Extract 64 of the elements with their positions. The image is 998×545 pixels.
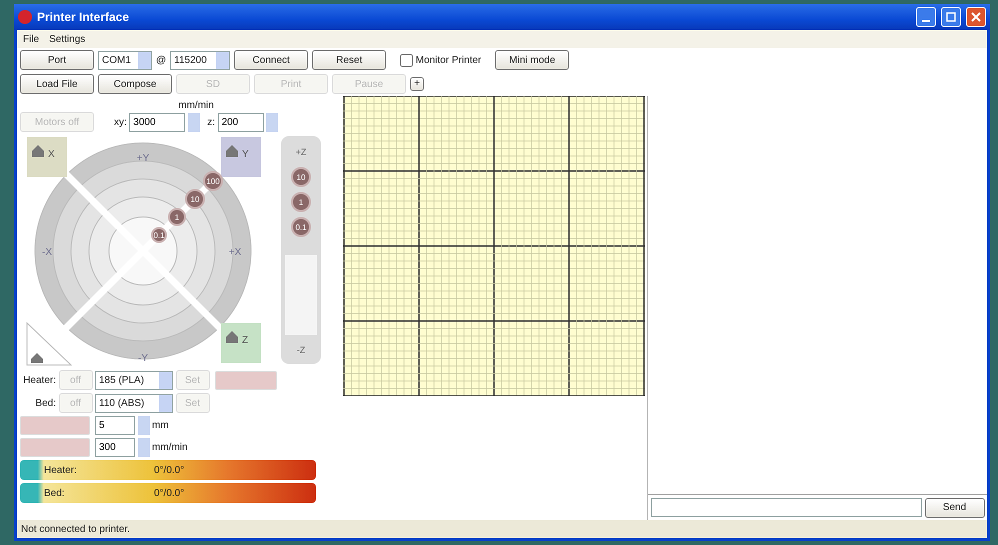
home-icon [31, 353, 43, 363]
feedrate-label: mm/min [178, 99, 214, 113]
app-icon [18, 10, 32, 24]
unit-label: mm [152, 419, 169, 433]
home-button[interactable]: Y [221, 137, 261, 177]
port-button[interactable]: Port [20, 50, 94, 70]
home-icon [226, 331, 238, 343]
close-button[interactable] [966, 7, 986, 27]
minimize-icon [922, 20, 930, 22]
step-button[interactable]: 0.1 [291, 217, 311, 237]
monitor-checkbox[interactable] [400, 54, 414, 66]
reset-button[interactable]: Reset [312, 50, 386, 70]
home-button[interactable] [26, 322, 72, 366]
xy-label: xy: [114, 116, 127, 130]
window-title: Printer Interface [37, 9, 130, 26]
amount-field[interactable]: 5 [95, 416, 135, 435]
gauge-label: Bed: [44, 486, 66, 500]
direction-label: +Z [296, 147, 306, 157]
home-button[interactable]: Z [221, 323, 261, 363]
temperature-dropdown[interactable]: 185 (PLA) [95, 370, 173, 390]
xy-feed-field[interactable]: 3000 [129, 113, 186, 132]
close-icon [971, 12, 981, 22]
connect-button[interactable]: Connect [234, 50, 308, 70]
toolbar-button[interactable]: Load File [20, 74, 94, 94]
z-feed-field[interactable]: 200 [218, 113, 264, 132]
direction-label: -X [42, 247, 52, 258]
maximize-button[interactable] [941, 7, 961, 27]
direction-label: +Y [136, 153, 150, 164]
toolbar-button[interactable]: Compose [98, 74, 172, 94]
temperature-bar [214, 370, 276, 390]
maximize-icon [946, 12, 956, 22]
direction-label: -Z [296, 345, 306, 355]
step-button[interactable]: 0.1 [151, 227, 167, 243]
menu-item[interactable]: File [23, 32, 40, 46]
step-button[interactable]: 100 [203, 171, 223, 191]
direction-label: +X [228, 247, 242, 258]
temp-label: Bed: [34, 396, 56, 410]
home-icon [32, 145, 44, 157]
step-button[interactable]: 10 [291, 167, 311, 187]
minimize-button[interactable] [916, 7, 936, 27]
mini-mode-button[interactable]: Mini mode [495, 50, 570, 70]
step-button[interactable]: 1 [291, 192, 311, 212]
home-button[interactable]: X [27, 137, 67, 177]
add-button[interactable]: + [410, 77, 424, 91]
at-label: @ [156, 54, 166, 68]
menu-item[interactable]: Settings [49, 32, 86, 46]
gauge-reading: 0°/0.0° [154, 464, 184, 478]
gauge-reading: 0°/0.0° [154, 486, 184, 500]
baud-dropdown[interactable]: 115200 [170, 50, 230, 70]
checkbox-label[interactable]: Monitor Printer [416, 52, 482, 68]
amount-field[interactable]: 300 [95, 438, 135, 457]
temperature-dropdown[interactable]: 110 (ABS) [95, 394, 173, 412]
direction-label: -Y [138, 353, 148, 364]
step-button[interactable]: 10 [185, 189, 205, 209]
gauge-label: Heater: [44, 464, 78, 478]
port-dropdown[interactable]: COM1 [98, 50, 152, 70]
command-field[interactable] [650, 498, 922, 517]
temp-label: Heater: [22, 374, 56, 388]
unit-label: mm/min [152, 441, 188, 455]
home-icon [226, 145, 238, 157]
z-jog-strip[interactable] [281, 136, 321, 364]
send-button[interactable]: Send [924, 498, 984, 518]
z-label: z: [207, 116, 216, 130]
step-button[interactable]: 1 [168, 208, 186, 226]
